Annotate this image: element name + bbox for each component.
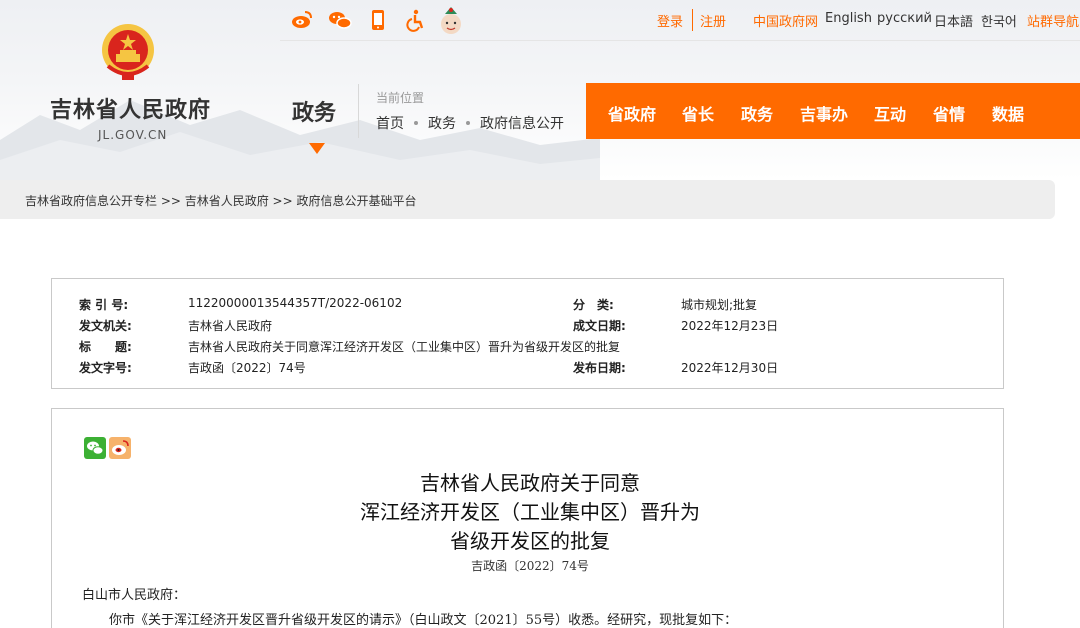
top-divider-line xyxy=(280,40,1080,41)
document-addressee: 白山市人民政府： xyxy=(82,588,187,603)
document-title-line-2: 浑江经济开发区（工业集中区）晋升为 xyxy=(360,500,700,524)
header-divider xyxy=(358,84,359,138)
date-written-value: 2022年12月23日 xyxy=(681,319,779,333)
dot-separator-icon xyxy=(466,121,470,125)
index-number-value: 11220000013544357T/2022-06102 xyxy=(188,296,403,310)
login-register-separator xyxy=(692,9,693,31)
location-crumb-home[interactable]: 首页 xyxy=(376,113,404,133)
category-label: 分 类: xyxy=(573,298,614,312)
korean-link[interactable]: 한국어 xyxy=(981,11,1017,30)
document-number-value: 吉政函〔2022〕74号 xyxy=(188,361,306,375)
document-body-paragraph: 你市《关于浑江经济开发区晋升省级开发区的请示》（白山政文〔2021〕55号）收悉… xyxy=(109,613,738,628)
top-icon-bar xyxy=(290,5,470,35)
issuer-label: 发文机关: xyxy=(79,319,132,333)
location-crumb-info-disclosure[interactable]: 政府信息公开 xyxy=(480,113,564,133)
weibo-icon[interactable] xyxy=(290,8,314,32)
mobile-icon[interactable] xyxy=(366,8,390,32)
document-title-line-1: 吉林省人民政府关于同意 xyxy=(420,471,640,495)
document-number: 吉政函〔2022〕74号 xyxy=(471,559,589,573)
login-link[interactable]: 登录 xyxy=(657,11,683,30)
title-value: 吉林省人民政府关于同意浑江经济开发区（工业集中区）晋升为省级开发区的批复 xyxy=(188,340,621,354)
document-number-label: 发文字号: xyxy=(79,361,132,375)
wechat-share-icon[interactable] xyxy=(84,437,106,459)
national-emblem-icon xyxy=(102,24,154,80)
accessibility-icon[interactable] xyxy=(404,8,428,32)
publish-date-label: 发布日期: xyxy=(573,361,626,375)
russian-link[interactable]: русский xyxy=(877,11,932,26)
nav-item-governor[interactable]: 省长 xyxy=(682,101,714,125)
nav-item-province-info[interactable]: 省情 xyxy=(933,101,965,125)
section-title: 政务 xyxy=(292,101,337,126)
gov-cn-link[interactable]: 中国政府网 xyxy=(753,11,818,30)
nav-item-provincial-government[interactable]: 省政府 xyxy=(608,101,656,125)
date-written-label: 成文日期: xyxy=(573,319,626,333)
location-crumb-affairs[interactable]: 政务 xyxy=(428,113,456,133)
wechat-icon[interactable] xyxy=(328,8,352,32)
japanese-link[interactable]: 日本語 xyxy=(934,11,973,30)
weibo-share-icon[interactable] xyxy=(109,437,131,459)
nav-item-jishiban[interactable]: 吉事办 xyxy=(800,101,848,125)
publish-date-value: 2022年12月30日 xyxy=(681,361,779,375)
location-label: 当前位置 xyxy=(376,91,425,105)
section-arrow-icon xyxy=(309,143,325,154)
issuer-value: 吉林省人民政府 xyxy=(188,319,273,333)
nav-item-government-affairs[interactable]: 政务 xyxy=(741,101,773,125)
breadcrumb-bar: 吉林省政府信息公开专栏 >> 吉林省人民政府 >> 政府信息公开基础平台 xyxy=(0,180,1055,219)
mascot-icon[interactable] xyxy=(438,5,464,35)
category-value: 城市规划;批复 xyxy=(681,298,758,312)
nav-item-data[interactable]: 数据 xyxy=(992,101,1024,125)
dot-separator-icon xyxy=(414,121,418,125)
main-nav: 省政府 省长 政务 吉事办 互动 省情 数据 xyxy=(586,83,1080,139)
breadcrumb[interactable]: 吉林省政府信息公开专栏 >> 吉林省人民政府 >> 政府信息公开基础平台 xyxy=(25,192,416,209)
site-domain: JL.GOV.CN xyxy=(98,128,168,142)
document-title-line-3: 省级开发区的批复 xyxy=(450,529,610,553)
location-breadcrumb: 首页 政务 政府信息公开 xyxy=(376,113,564,133)
nav-item-interaction[interactable]: 互动 xyxy=(874,101,906,125)
site-title[interactable]: 吉林省人民政府 xyxy=(50,92,211,124)
index-number-label: 索 引 号: xyxy=(79,298,129,312)
share-buttons xyxy=(84,437,134,459)
site-group-nav-link[interactable]: 站群导航 xyxy=(1027,11,1079,30)
register-link[interactable]: 注册 xyxy=(700,11,726,30)
english-link[interactable]: English xyxy=(825,11,872,26)
title-label: 标 题: xyxy=(79,340,132,354)
